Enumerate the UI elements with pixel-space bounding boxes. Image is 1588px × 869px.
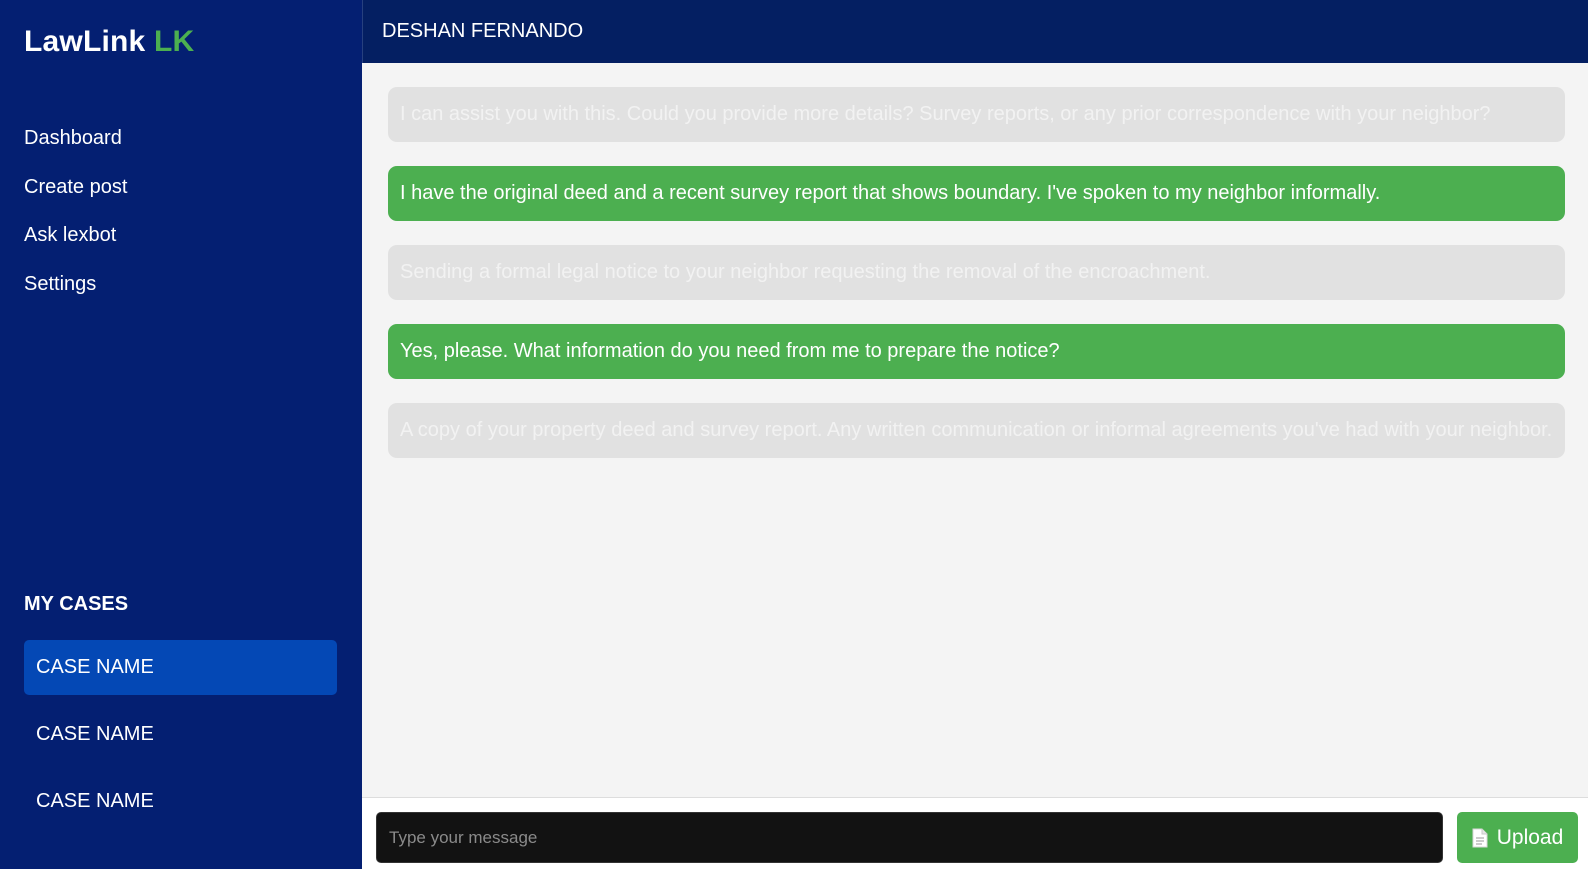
sidebar-item-settings[interactable]: Settings [24,272,127,321]
my-cases-heading: MY CASES [24,593,129,615]
sidebar-item-dashboard[interactable]: Dashboard [24,126,127,175]
message-composer: Upload [362,797,1588,869]
app-logo[interactable]: LawLink LK [24,24,194,60]
document-icon [1472,828,1488,848]
user-message: I have the original deed and a recent su… [388,166,1565,221]
sidebar: LawLink LK Dashboard Create post Ask lex… [0,0,362,869]
message-input[interactable] [376,812,1443,863]
case-item-3[interactable]: CASE NAME [24,774,337,829]
chat-contact-name: DESHAN FERNANDO [382,20,584,42]
bot-message: A copy of your property deed and survey … [388,403,1565,458]
case-item-2[interactable]: CASE NAME [24,707,337,762]
upload-button[interactable]: Upload [1457,812,1578,863]
sidebar-item-ask-lexbot[interactable]: Ask lexbot [24,223,127,272]
app-root: LawLink LK Dashboard Create post Ask lex… [0,0,1588,869]
upload-label: Upload [1496,825,1564,849]
sidebar-nav: Dashboard Create post Ask lexbot Setting… [24,126,127,320]
bot-message: I can assist you with this. Could you pr… [388,87,1565,142]
cases-list: CASE NAME CASE NAME CASE NAME [24,640,337,841]
chat-header: DESHAN FERNANDO [362,0,1588,63]
sidebar-item-create-post[interactable]: Create post [24,175,127,224]
case-item-1[interactable]: CASE NAME [24,640,337,695]
user-message: Yes, please. What information do you nee… [388,324,1565,379]
logo-suffix: LK [153,25,195,58]
bot-message: Sending a formal legal notice to your ne… [388,245,1565,300]
logo-name: LawLink [24,25,146,58]
chat-messages[interactable]: I can assist you with this. Could you pr… [362,63,1588,798]
